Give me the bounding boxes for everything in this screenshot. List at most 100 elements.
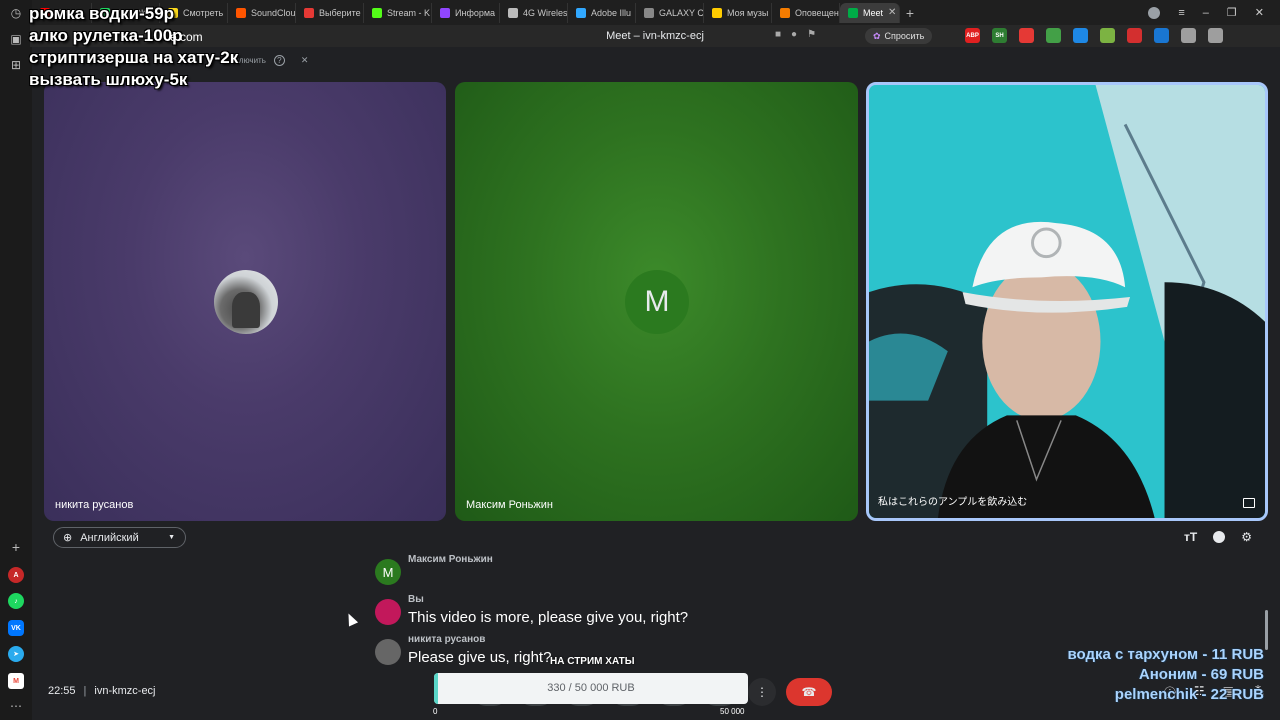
- help-icon[interactable]: ?: [273, 55, 285, 66]
- speaker-text: Please give us, right?: [408, 649, 552, 666]
- vk-app-icon[interactable]: VK: [8, 620, 24, 636]
- spotify-app-icon[interactable]: ♪: [8, 593, 24, 609]
- tab-favicon-icon: [576, 7, 586, 18]
- screen: ◷ ▣ ⊞ + A ♪ VK ➤ M ⋯ YouT KUDOKUS Смотреть…: [0, 0, 1280, 720]
- ask-button[interactable]: ✿ Спросить: [865, 28, 933, 44]
- new-tab-button[interactable]: +: [900, 5, 920, 21]
- caption-language-select[interactable]: ⊕ Английский ▼: [53, 527, 186, 548]
- font-size-icon[interactable]: тТ: [1184, 530, 1197, 544]
- participant-tile-1[interactable]: никита русанов: [44, 82, 446, 521]
- browser-tab[interactable]: Моя музы: [704, 2, 772, 23]
- speaker-avatar: [375, 639, 401, 665]
- browser-tab[interactable]: Информа: [432, 2, 500, 23]
- tab-label: Stream - K: [387, 7, 431, 18]
- self-camera-tile[interactable]: 私はこれらのアンプルを飲み込む: [866, 82, 1268, 521]
- speaker-avatar: [375, 599, 401, 625]
- more-options-button[interactable]: ⋮: [748, 678, 776, 706]
- tab-label: Информа: [455, 7, 496, 18]
- browser-tab[interactable]: Stream - K: [364, 2, 432, 23]
- participant-letter-avatar: M: [625, 270, 689, 334]
- caption-tools: тТ ⚙: [1184, 530, 1252, 544]
- picture-in-picture-icon[interactable]: [1243, 498, 1255, 508]
- overlay-price-line: стриптизерша на хату-2к: [29, 48, 239, 67]
- donation-goal-max: 50 000: [720, 707, 745, 716]
- browser-tab[interactable]: GALAXY C: [636, 2, 704, 23]
- live-caption: 私はこれらのアンプルを飲み込む: [878, 497, 1028, 508]
- participant-name: никита русанов: [55, 499, 134, 511]
- bookmark-icon[interactable]: ⚑: [807, 29, 816, 40]
- participant-tile-2[interactable]: M Максим Роньжин: [455, 82, 858, 521]
- browser-tab[interactable]: Meet ✕: [840, 2, 900, 23]
- speaker-text: This video is more, please give you, rig…: [408, 609, 689, 626]
- dismiss-notice-icon[interactable]: ✕: [301, 55, 309, 66]
- browser-tab[interactable]: Adobe Illu: [568, 2, 636, 23]
- caption-color-icon[interactable]: [1213, 531, 1226, 543]
- extension-icon[interactable]: SH: [992, 28, 1007, 43]
- browser-tab[interactable]: Выберите: [296, 2, 364, 23]
- history-icon[interactable]: ◷: [9, 6, 23, 20]
- end-call-button[interactable]: ☎: [786, 678, 832, 706]
- recent-donations: водка с тархуном - 11 RUB Аноним - 69 RUB…: [1067, 645, 1264, 705]
- tab-label: 4G Wireles: [523, 7, 568, 18]
- extension-icon[interactable]: [1100, 28, 1115, 43]
- overlay-price-line: рюмка водки-59р: [29, 4, 175, 23]
- extension-icon[interactable]: [1181, 28, 1196, 43]
- camera-feed-image: [869, 85, 1265, 518]
- minimize-icon[interactable]: –: [1203, 7, 1209, 19]
- meet-stage: никита русанов M Максим Роньжин 私はこれらのアン…: [32, 72, 1280, 720]
- screenshot-icon[interactable]: ▣: [9, 32, 23, 46]
- extension-icon[interactable]: [1127, 28, 1142, 43]
- participant-photo-avatar: [214, 270, 278, 334]
- donation-goal-title: НА СТРИМ ХАТЫ: [550, 656, 635, 667]
- tab-label: Выберите: [319, 7, 361, 18]
- close-window-icon[interactable]: ✕: [1255, 6, 1264, 19]
- speaker-name: никита русанов: [408, 634, 486, 645]
- extensions-bar: ABP SH: [965, 28, 1223, 43]
- overlay-price-line: алко рулетка-100р: [29, 26, 183, 45]
- donation-entry: pelmenchik - 22 RUB: [1114, 686, 1264, 703]
- profile-avatar[interactable]: [1148, 6, 1161, 19]
- tab-label: SoundClou: [251, 7, 296, 18]
- translator-app-icon[interactable]: A: [8, 567, 24, 583]
- extension-icon[interactable]: ABP: [965, 28, 980, 43]
- extension-icon[interactable]: [1154, 28, 1169, 43]
- tab-favicon-icon: [440, 7, 450, 18]
- add-panel-icon[interactable]: +: [9, 540, 23, 554]
- caption-transcript: M Максим Роньжин Вы This video is more, ple…: [375, 554, 935, 674]
- transcript-entry: никита русанов Please give us, right?: [375, 634, 935, 670]
- apps-grid-icon[interactable]: ⊞: [9, 58, 23, 72]
- ai-icon: ✿: [873, 30, 881, 41]
- transcript-entry: M Максим Роньжин: [375, 554, 935, 590]
- browser-tab[interactable]: Оповещен: [772, 2, 840, 23]
- tab-favicon-icon: [372, 7, 382, 18]
- more-apps-icon[interactable]: ⋯: [9, 699, 23, 713]
- tab-label: Adobe Illu: [591, 7, 632, 18]
- mic-icon[interactable]: ●: [791, 29, 797, 40]
- transcript-scrollbar[interactable]: [1265, 610, 1268, 650]
- participant-name: Максим Роньжин: [466, 499, 553, 511]
- transcript-entry: Вы This video is more, please give you, r…: [375, 594, 935, 630]
- tab-label: Оповещен: [795, 7, 839, 18]
- restore-icon[interactable]: ❐: [1227, 6, 1237, 19]
- extension-icon[interactable]: [1073, 28, 1088, 43]
- gmail-app-icon[interactable]: M: [8, 673, 24, 689]
- globe-icon: ⊕: [63, 532, 73, 544]
- tab-label: Моя музы: [727, 7, 769, 18]
- speaker-avatar: M: [375, 559, 401, 585]
- tab-favicon-icon: [848, 7, 858, 18]
- tab-favicon-icon: [304, 7, 314, 18]
- browser-tab[interactable]: 4G Wireles: [500, 2, 568, 23]
- extension-icon[interactable]: [1019, 28, 1034, 43]
- donation-goal-min: 0: [433, 707, 438, 716]
- menu-icon[interactable]: ≡: [1178, 7, 1184, 19]
- extension-icon[interactable]: [1208, 28, 1223, 43]
- address-icons: ■ ● ⚑: [775, 29, 816, 40]
- stream-price-overlay: рюмка водки-59р алко рулетка-100р стриптиз…: [29, 3, 238, 91]
- telegram-app-icon[interactable]: ➤: [8, 646, 24, 662]
- close-tab-icon[interactable]: ✕: [888, 7, 896, 18]
- extension-icon[interactable]: [1046, 28, 1061, 43]
- camera-icon[interactable]: ■: [775, 29, 781, 40]
- tab-label: GALAXY C: [659, 7, 704, 18]
- caption-settings-icon[interactable]: ⚙: [1241, 530, 1252, 544]
- domain-fragment: e.com: [170, 30, 203, 44]
